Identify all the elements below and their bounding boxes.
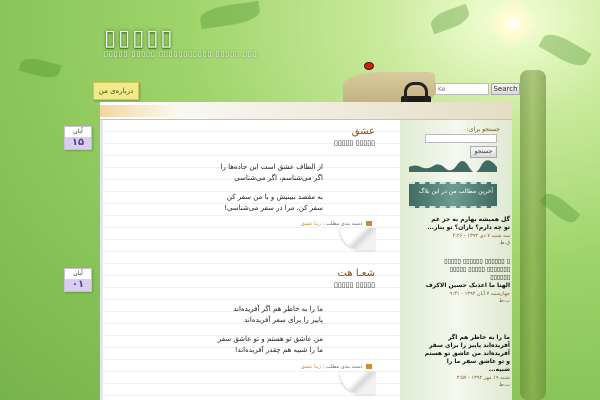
- search-button[interactable]: Search: [491, 83, 520, 95]
- post-subtitle: ▯▯▯▯▯ ▯▯▯▯▯: [334, 139, 375, 147]
- sidebar-search-input[interactable]: [425, 134, 497, 143]
- leaf-decoration: [198, 0, 262, 30]
- post-date-day: ۱۵: [65, 137, 91, 149]
- category-label: دسته بندی مطلب :: [322, 364, 363, 370]
- category-icon: [366, 221, 372, 226]
- post-paragraph: من عاشق تو هستم و تو عاشق سفر ما را شبیه…: [217, 335, 323, 354]
- sidebar-search-label: جستجو برای:: [466, 126, 500, 133]
- post: عشق ▯▯▯▯▯ ▯▯▯▯▯ از الطاف عشق است این جاد…: [180, 126, 375, 222]
- recent-post-title[interactable]: گل همیشه بهارم به جز غم تو چه دارم؟ بارا…: [410, 216, 510, 232]
- recent-post-date: شنبه ۱۹ مهر ۱۳۹۲ - ۲:۵۷: [456, 375, 510, 381]
- post-subtitle: ▯▯▯▯▯ ▯▯▯▯▯: [334, 281, 375, 289]
- post-date-tab: آبان ۰۱: [64, 268, 92, 292]
- recent-posts-banner: آخرین مطالب من در این بلاگ: [409, 182, 497, 208]
- post-title[interactable]: عشق: [180, 126, 375, 138]
- recent-post-date: چهارشنبه ۷ آبان ۱۳۹۲ - ۹:۳۱: [449, 291, 510, 297]
- tree-trunk: [520, 70, 546, 400]
- post-date-month: آبان: [73, 270, 83, 277]
- post: شعـا هت ▯▯▯▯▯ ▯▯▯▯▯ ما را به خاطر هم اگر…: [180, 268, 375, 364]
- ladybug-icon: [364, 62, 374, 70]
- about-me-tab[interactable]: درباره‌ی من: [93, 82, 139, 100]
- post-body: از الطاف عشق است این جاده‌ها را اگر می‌ش…: [180, 162, 375, 214]
- recent-post-author: ق.ط: [499, 240, 510, 246]
- blog-description: ▯▯▯▯▯ ▯▯▯▯▯ ▯▯▯▯▯▯▯▯▯▯▯ ▯▯▯▯▯ ▯▯▯: [104, 50, 258, 58]
- post-meta: دسته بندی مطلب : زیبا عشق: [252, 221, 372, 227]
- blog-title[interactable]: ▯▯▯▯▯: [104, 26, 175, 51]
- sidebar-search-button[interactable]: جستجو: [470, 146, 497, 158]
- recent-post-item[interactable]: ▯ ▯▯▯▯▯▯ ▯▯▯▯▯▯ ▯▯▯▯▯ ▯▯▯▯▯▯▯ ▯▯▯▯▯ ▯▯▯▯…: [410, 258, 510, 305]
- leaf-decoration: [428, 3, 472, 35]
- search-input[interactable]: [435, 83, 489, 95]
- recent-post-item[interactable]: ما را به خاطر هم اگر آفریده‌اند پاییز را…: [410, 334, 510, 389]
- post-meta: دسته بندی مطلب : زیبا عشق: [252, 364, 372, 370]
- post-title[interactable]: شعـا هت: [180, 268, 375, 280]
- recent-post-item[interactable]: گل همیشه بهارم به جز غم تو چه دارم؟ بارا…: [410, 216, 510, 247]
- header-search: Search: [435, 83, 520, 95]
- post-paragraph: به مقصد نبینیش و با من سفر کن سفر کن، مر…: [224, 193, 323, 212]
- recent-post-author: ب.ط: [499, 298, 510, 304]
- category-link[interactable]: زیبا عشق: [301, 364, 321, 370]
- post-body: ما را به خاطر هم اگر آفریده‌اند پاییز را…: [180, 304, 375, 356]
- recent-post-date: سه شنبه ۷ دی ۱۳۹۲ - ۲:۲۶: [452, 233, 510, 239]
- recent-post-title[interactable]: ما را به خاطر هم اگر آفریده‌اند پاییز را…: [410, 334, 510, 374]
- leaf-decoration: [18, 55, 62, 81]
- post-date-day: ۰۱: [65, 279, 91, 291]
- category-link[interactable]: زیبا عشق: [301, 221, 321, 227]
- post-date-month: آبان: [73, 128, 83, 135]
- post-paragraph: از الطاف عشق است این جاده‌ها را اگر می‌ش…: [220, 163, 323, 182]
- recent-post-author: ب.ط: [499, 382, 510, 388]
- wave-divider: [409, 160, 497, 172]
- category-icon: [366, 364, 372, 369]
- post-date-tab: آبان ۱۵: [64, 126, 92, 150]
- sun-glow: [490, 0, 536, 46]
- recent-post-title[interactable]: ▯ ▯▯▯▯▯▯ ▯▯▯▯▯▯ ▯▯▯▯▯ ▯▯▯▯▯▯▯ ▯▯▯▯▯ ▯▯▯▯…: [410, 258, 510, 290]
- category-label: دسته بندی مطلب :: [322, 221, 363, 227]
- content-header-strip: [100, 102, 512, 120]
- post-paragraph: ما را به خاطر هم اگر آفریده‌اند پاییز را…: [233, 305, 323, 324]
- leaf-decoration: [538, 28, 592, 72]
- paper-margin-line: [100, 120, 103, 400]
